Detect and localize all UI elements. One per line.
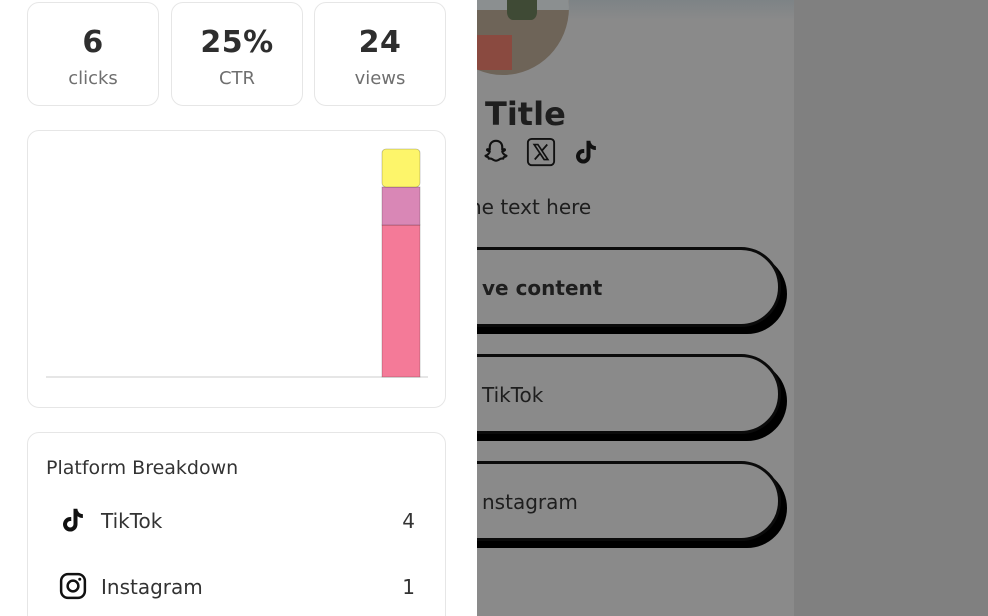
link-button[interactable]: TikTok bbox=[477, 354, 781, 434]
breakdown-row-label: TikTok bbox=[101, 509, 163, 533]
stat-ctr-label: CTR bbox=[218, 68, 256, 89]
stat-ctr-value: 25% bbox=[200, 25, 274, 60]
breakdown-row-tiktok[interactable]: TikTok 4 bbox=[46, 501, 415, 541]
breakdown-row-label: Instagram bbox=[101, 575, 203, 599]
stat-clicks-label: clicks bbox=[68, 68, 118, 89]
link-button[interactable]: nstagram bbox=[477, 461, 781, 541]
tiktok-icon[interactable] bbox=[571, 137, 601, 167]
stat-card-views: 24 views bbox=[314, 2, 446, 106]
stat-clicks-value: 6 bbox=[82, 25, 104, 60]
breakdown-row-count: 4 bbox=[402, 509, 415, 533]
link-button-label: nstagram bbox=[482, 490, 578, 514]
profile-title: Title bbox=[485, 95, 566, 133]
breakdown-row-count: 1 bbox=[402, 575, 415, 599]
chart-bar-segment[interactable] bbox=[381, 224, 421, 378]
clicks-chart bbox=[46, 148, 428, 378]
instagram-icon bbox=[58, 571, 88, 601]
header-background bbox=[569, 0, 794, 20]
stat-views-label: views bbox=[354, 68, 406, 89]
chart-bar-segment[interactable] bbox=[381, 186, 421, 226]
chart-bars bbox=[381, 148, 421, 378]
stat-views-value: 24 bbox=[358, 25, 402, 60]
snapchat-icon[interactable] bbox=[481, 137, 511, 167]
page-preview-overlay[interactable]: Title ne text here ve content TikTok nst… bbox=[477, 0, 988, 616]
link-button[interactable]: ve content bbox=[477, 247, 781, 327]
breakdown-row-instagram[interactable]: Instagram 1 bbox=[46, 567, 415, 607]
link-button-label: ve content bbox=[482, 276, 603, 300]
breakdown-title: Platform Breakdown bbox=[46, 457, 239, 479]
profile-bio: ne text here bbox=[477, 195, 592, 219]
tiktok-icon bbox=[58, 505, 88, 535]
avatar bbox=[477, 0, 569, 75]
stat-card-clicks: 6 clicks bbox=[27, 2, 159, 106]
link-button-label: TikTok bbox=[482, 383, 544, 407]
chart-bar-segment[interactable] bbox=[381, 148, 421, 188]
platform-breakdown-card: Platform Breakdown TikTok 4 Instagram 1 bbox=[27, 432, 446, 616]
clicks-chart-card bbox=[27, 130, 446, 408]
profile-preview: Title ne text here ve content TikTok nst… bbox=[477, 0, 794, 616]
x-icon[interactable] bbox=[526, 137, 556, 167]
stat-card-ctr: 25% CTR bbox=[171, 2, 303, 106]
analytics-panel: 6 clicks 25% CTR 24 views Platform Break… bbox=[0, 0, 477, 616]
